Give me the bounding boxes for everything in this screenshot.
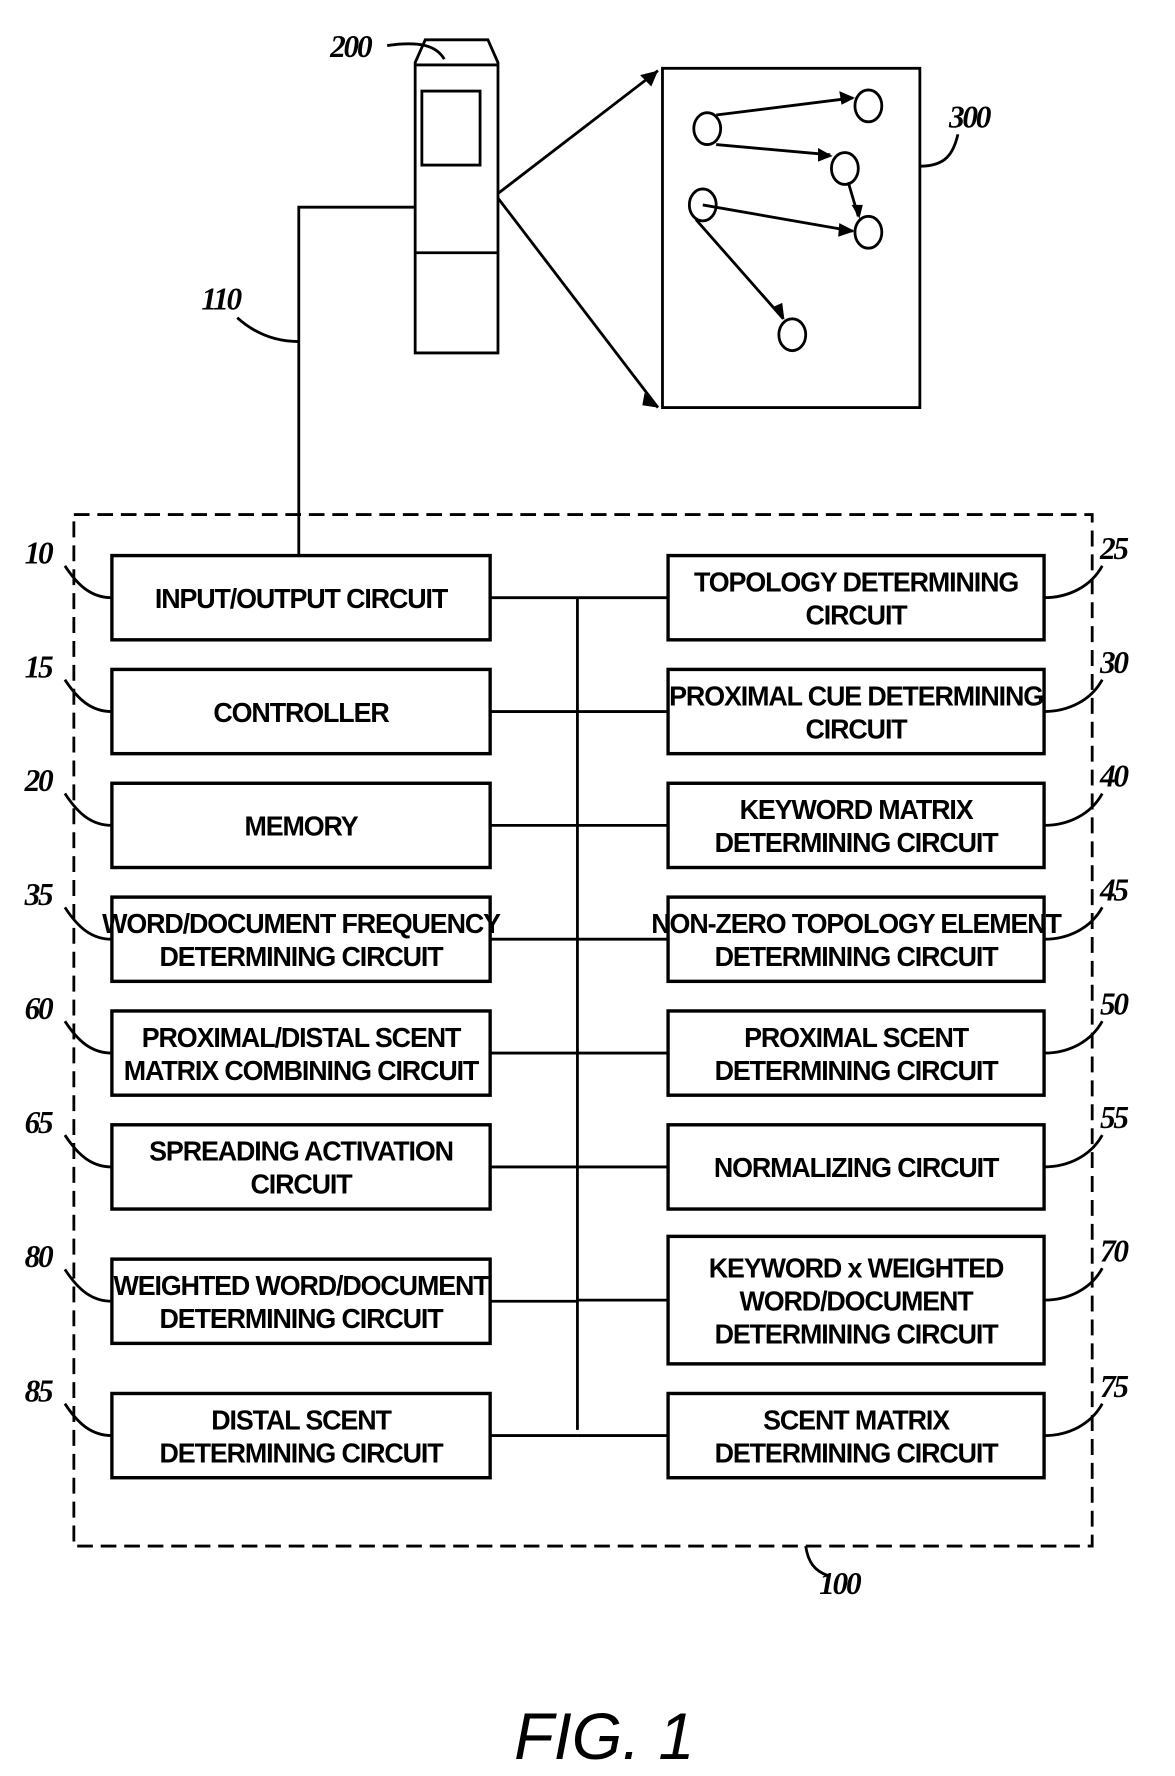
leader-line [63, 565, 112, 600]
circuit-label: TOPOLOGY DETERMINING [694, 566, 1018, 597]
circuit-label: WEIGHTED WORD/DOCUMENT [114, 1270, 491, 1301]
circuit-label: DETERMINING CIRCUIT [715, 941, 1000, 972]
circuit-label: CIRCUIT [251, 1168, 354, 1199]
circuit-label: KEYWORD x WEIGHTED [709, 1252, 1004, 1283]
ref-110: 110 [201, 281, 242, 316]
leader-line [63, 1134, 112, 1169]
ref-number: 70 [1100, 1233, 1129, 1268]
graph-node [830, 151, 860, 186]
projection-line-top [497, 69, 659, 195]
figure-caption: FIG. 1 [514, 1699, 694, 1773]
circuit-label: PROXIMAL CUE DETERMINING [669, 680, 1043, 711]
ref-number: 45 [1099, 872, 1128, 907]
circuit-block: PROXIMAL SCENTDETERMINING CIRCUIT 50 [577, 986, 1132, 1097]
circuit-block: MEMORY 20 [24, 763, 578, 870]
circuit-block: SCENT MATRIXDETERMINING CIRCUIT 75 [577, 1369, 1131, 1480]
circuit-block: WORD/DOCUMENT FREQUENCYDETERMINING CIRCU… [24, 877, 578, 984]
device-200 [413, 38, 500, 355]
leader-line [63, 792, 112, 827]
leader-110 [236, 316, 299, 343]
circuit-label: KEYWORD MATRIX [740, 794, 974, 825]
circuit-label: DISTAL SCENT [211, 1404, 392, 1435]
link-110 [297, 205, 416, 556]
circuit-label: DETERMINING CIRCUIT [715, 1318, 1000, 1349]
circuit-label: NORMALIZING CIRCUIT [714, 1152, 1000, 1183]
circuit-label: SPREADING ACTIVATION [149, 1135, 453, 1166]
graph-node [853, 214, 884, 250]
circuit-label: PROXIMAL/DISTAL SCENT [142, 1022, 462, 1053]
ref-number: 60 [25, 991, 54, 1026]
ref-200: 200 [329, 29, 373, 64]
ref-number: 25 [1099, 531, 1128, 566]
circuit-block: INPUT/OUTPUT CIRCUIT 10 [25, 535, 578, 642]
graph-node [853, 88, 884, 124]
arrowhead [818, 148, 833, 162]
circuit-block: SPREADING ACTIVATIONCIRCUIT 65 [25, 1105, 578, 1211]
ref-number: 10 [25, 535, 54, 570]
circuit-label: DETERMINING CIRCUIT [160, 1437, 445, 1468]
leader-300 [919, 134, 960, 168]
arrowhead-bottom [642, 392, 658, 408]
device-outline [413, 38, 500, 355]
circuit-label: PROXIMAL SCENT [744, 1022, 970, 1053]
circuit-label: DETERMINING CIRCUIT [715, 827, 1000, 858]
graph-edge [702, 203, 853, 233]
graph-node [777, 317, 808, 353]
ref-number: 55 [1100, 1100, 1128, 1135]
projection-line-bottom [496, 197, 660, 409]
circuit-label: INPUT/OUTPUT CIRCUIT [155, 583, 449, 614]
circuit-block: WEIGHTED WORD/DOCUMENTDETERMINING CIRCUI… [25, 1239, 578, 1346]
circuit-label: SCENT MATRIX [763, 1404, 950, 1435]
circuit-label: MEMORY [244, 810, 358, 841]
ref-100: 100 [819, 1566, 862, 1601]
graph-edge [716, 143, 831, 157]
ref-number: 50 [1100, 986, 1129, 1021]
leader-line [63, 1268, 112, 1303]
circuit-block: TOPOLOGY DETERMININGCIRCUIT 25 [577, 531, 1131, 642]
leader-line [63, 1402, 112, 1438]
graph-edge [695, 218, 785, 320]
ref-300: 300 [948, 99, 992, 134]
ref-number: 80 [25, 1239, 54, 1274]
leader-line [63, 678, 112, 713]
circuit-label: DETERMINING CIRCUIT [160, 1303, 445, 1334]
circuit-block: DISTAL SCENTDETERMINING CIRCUIT 85 [25, 1373, 578, 1480]
leader-200 [386, 42, 446, 60]
arrowhead [839, 91, 855, 105]
circuit-block: PROXIMAL CUE DETERMININGCIRCUIT 30 [577, 645, 1132, 756]
ref-number: 35 [24, 877, 53, 912]
graph-edge [716, 96, 853, 117]
circuit-label: NON-ZERO TOPOLOGY ELEMENT [651, 908, 1062, 939]
ref-number: 75 [1100, 1369, 1128, 1404]
ref-number: 40 [1099, 758, 1129, 793]
circuit-block: PROXIMAL/DISTAL SCENTMATRIX COMBINING CI… [25, 991, 578, 1097]
circuit-label: DETERMINING CIRCUIT [160, 941, 445, 972]
circuit-label: WORD/DOCUMENT [740, 1285, 975, 1316]
arrowhead-top [640, 70, 658, 87]
arrowhead [772, 302, 785, 320]
node-graph [687, 88, 884, 353]
circuit-label: WORD/DOCUMENT FREQUENCY [102, 908, 501, 939]
leader-line [63, 1020, 112, 1055]
circuit-block: CONTROLLER 15 [25, 649, 578, 756]
arrowhead [838, 223, 855, 237]
circuit-label: MATRIX COMBINING CIRCUIT [124, 1055, 480, 1086]
circuit-block: NON-ZERO TOPOLOGY ELEMENTDETERMINING CIR… [577, 872, 1131, 984]
circuit-block: NORMALIZING CIRCUIT 55 [577, 1100, 1131, 1211]
patent-figure: 200 300 110 100 INPUT/OUTPUT CIRCUIT 10 CO… [24, 29, 1132, 1773]
circuit-label: CIRCUIT [806, 713, 909, 744]
ref-number: 85 [25, 1373, 53, 1408]
ref-number: 15 [25, 649, 53, 684]
ref-number: 30 [1099, 645, 1129, 680]
ref-number: 20 [24, 763, 54, 798]
ref-number: 65 [25, 1105, 53, 1140]
circuit-block: KEYWORD MATRIXDETERMINING CIRCUIT 40 [577, 758, 1132, 870]
circuit-label: CIRCUIT [806, 599, 909, 630]
circuit-label: CONTROLLER [213, 697, 389, 728]
circuit-label: DETERMINING CIRCUIT [715, 1437, 1000, 1468]
device-screen [420, 89, 482, 167]
circuit-label: DETERMINING CIRCUIT [715, 1055, 1000, 1086]
circuit-block: KEYWORD x WEIGHTEDWORD/DOCUMENTDETERMINI… [577, 1233, 1132, 1366]
graph-node [692, 111, 723, 147]
